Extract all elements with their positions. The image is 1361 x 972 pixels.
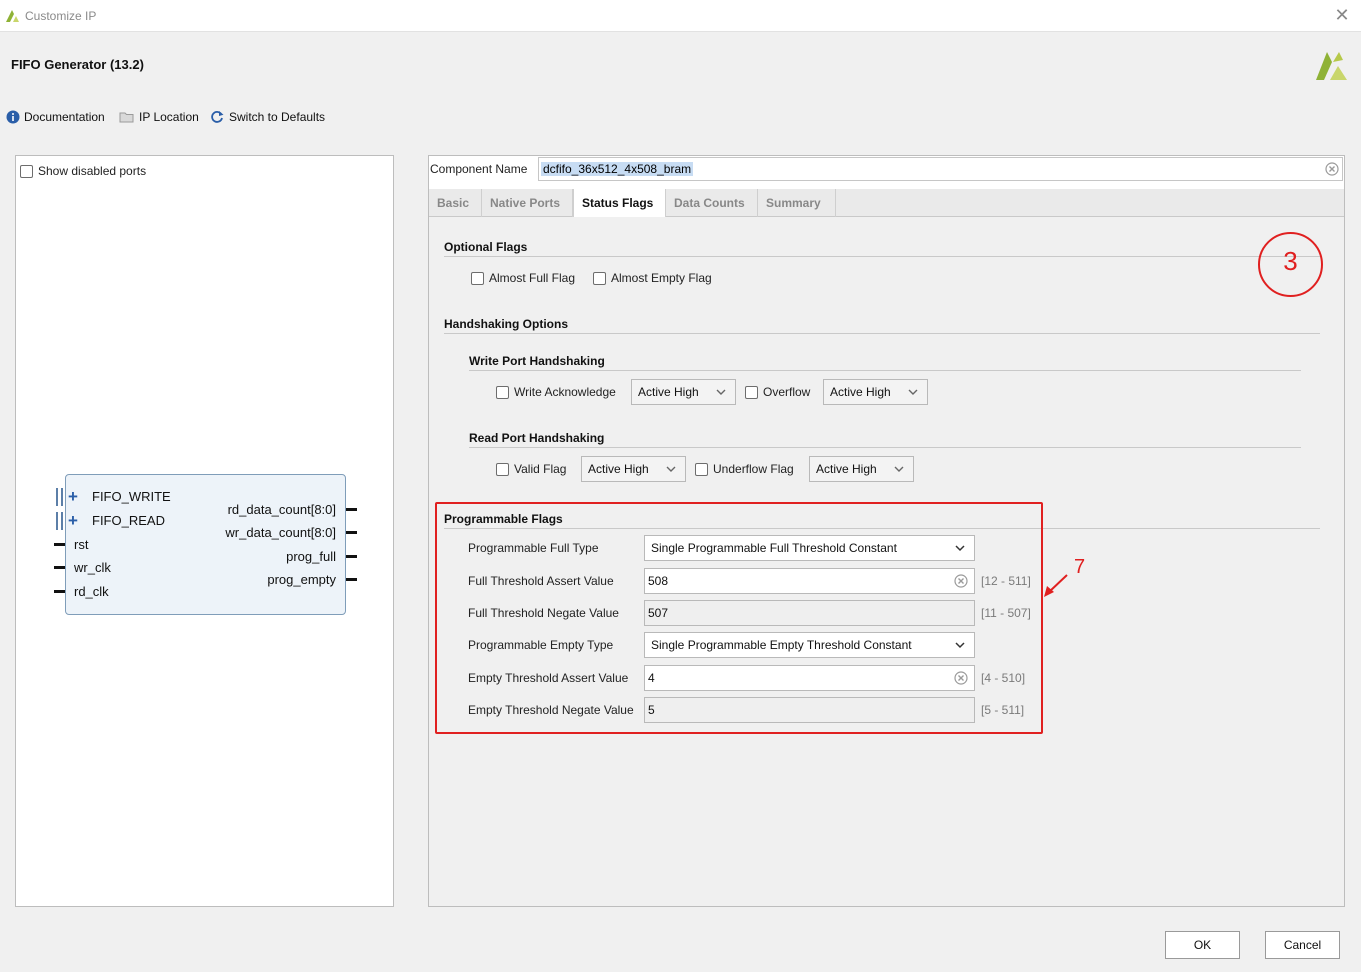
port-rd-clk: rd_clk (74, 584, 109, 599)
tab-data-counts[interactable]: Data Counts (666, 189, 758, 217)
pin-line (54, 543, 65, 546)
switch-defaults-label: Switch to Defaults (229, 110, 326, 124)
annotation-arrow-icon (1044, 574, 1068, 597)
checkbox-box[interactable] (20, 164, 33, 178)
pin-line (346, 508, 357, 511)
pin-line (346, 531, 357, 534)
checkbox-box[interactable] (695, 462, 708, 476)
tab-bar: Basic Native Ports Status Flags Data Cou… (429, 189, 1344, 218)
annotation-highlight-box (435, 502, 1043, 734)
underflow-select[interactable]: Active High (809, 456, 914, 482)
overflow-value: Active High (830, 385, 891, 399)
refresh-icon (211, 111, 224, 123)
almost-empty-checkbox[interactable]: Almost Empty Flag (593, 271, 712, 285)
divider (444, 333, 1320, 334)
port-rst: rst (74, 537, 89, 552)
tab-status-flags[interactable]: Status Flags (573, 189, 666, 218)
expand-plus-icon[interactable]: + (68, 511, 78, 531)
clear-icon[interactable] (1325, 162, 1339, 176)
info-icon (6, 110, 20, 124)
expand-plus-icon[interactable]: + (68, 487, 78, 507)
checkbox-box[interactable] (745, 385, 758, 399)
valid-flag-label: Valid Flag (514, 462, 567, 476)
tab-basic[interactable]: Basic (429, 189, 482, 217)
annotation-circle-number: 3 (1283, 246, 1298, 276)
write-ack-select[interactable]: Active High (631, 379, 736, 405)
read-handshaking-title: Read Port Handshaking (469, 431, 605, 445)
underflow-value: Active High (816, 462, 877, 476)
almost-full-checkbox[interactable]: Almost Full Flag (471, 271, 575, 285)
divider (444, 256, 1320, 257)
chevron-down-icon (894, 466, 904, 472)
show-disabled-ports-checkbox[interactable]: Show disabled ports (20, 164, 146, 178)
checkbox-box[interactable] (593, 271, 606, 285)
ok-button[interactable]: OK (1165, 931, 1240, 959)
ip-location-button[interactable]: IP Location (119, 109, 199, 125)
write-ack-value: Active High (638, 385, 699, 399)
port-wr-data-count: wr_data_count[8:0] (225, 525, 336, 540)
component-name-label: Component Name (430, 162, 528, 176)
close-icon[interactable]: ✕ (1331, 3, 1353, 27)
ip-location-label: IP Location (139, 110, 199, 124)
bus-bar (61, 512, 63, 530)
annotation-number: 7 (1074, 556, 1086, 578)
overflow-checkbox[interactable]: Overflow (745, 385, 810, 399)
valid-flag-value: Active High (588, 462, 649, 476)
port-wr-clk: wr_clk (74, 560, 111, 575)
overflow-label: Overflow (763, 385, 811, 399)
port-fifo-write: FIFO_WRITE (92, 489, 171, 504)
checkbox-box[interactable] (471, 271, 484, 285)
pin-line (54, 590, 65, 593)
pin-line (346, 578, 357, 581)
port-prog-empty: prog_empty (267, 572, 336, 587)
valid-flag-checkbox[interactable]: Valid Flag (496, 462, 566, 476)
write-ack-label: Write Acknowledge (514, 385, 616, 399)
checkbox-box[interactable] (496, 462, 509, 476)
chevron-down-icon (908, 389, 918, 395)
handshaking-title: Handshaking Options (444, 317, 569, 331)
almost-empty-label: Almost Empty Flag (611, 271, 712, 285)
cancel-button[interactable]: Cancel (1265, 931, 1340, 959)
window-title: Customize IP (25, 9, 97, 23)
chevron-down-icon (666, 466, 676, 472)
bus-bar (56, 512, 58, 530)
port-rd-data-count: rd_data_count[8:0] (227, 502, 336, 517)
optional-flags-title: Optional Flags (444, 240, 528, 254)
bus-bar (61, 488, 63, 506)
write-ack-checkbox[interactable]: Write Acknowledge (496, 385, 616, 399)
bus-bar (56, 488, 58, 506)
divider (469, 447, 1301, 448)
annotation-circle: 3 (1258, 232, 1323, 297)
overflow-select[interactable]: Active High (823, 379, 928, 405)
xilinx-logo-icon (6, 10, 19, 22)
port-prog-full: prog_full (286, 549, 336, 564)
xilinx-logo-icon (1316, 52, 1347, 80)
folder-icon (119, 112, 134, 123)
pin-line (54, 566, 65, 569)
underflow-label: Underflow Flag (713, 462, 794, 476)
port-fifo-read: FIFO_READ (92, 513, 165, 528)
documentation-label: Documentation (24, 110, 105, 124)
chevron-down-icon (716, 389, 726, 395)
tab-native-ports[interactable]: Native Ports (482, 189, 573, 217)
write-handshaking-title: Write Port Handshaking (469, 354, 605, 368)
documentation-button[interactable]: Documentation (6, 109, 105, 125)
divider (469, 370, 1301, 371)
component-name-input[interactable]: dcfifo_36x512_4x508_bram (538, 157, 1343, 181)
almost-full-label: Almost Full Flag (489, 271, 576, 285)
switch-defaults-button[interactable]: Switch to Defaults (210, 109, 325, 125)
app-title: FIFO Generator (13.2) (11, 57, 144, 72)
title-bar: Customize IP ✕ (0, 0, 1361, 32)
show-disabled-ports-label: Show disabled ports (38, 164, 147, 178)
checkbox-box[interactable] (496, 385, 509, 399)
pin-line (346, 555, 357, 558)
valid-flag-select[interactable]: Active High (581, 456, 686, 482)
tab-summary[interactable]: Summary (758, 189, 836, 217)
underflow-checkbox[interactable]: Underflow Flag (695, 462, 794, 476)
component-name-value: dcfifo_36x512_4x508_bram (541, 162, 694, 176)
